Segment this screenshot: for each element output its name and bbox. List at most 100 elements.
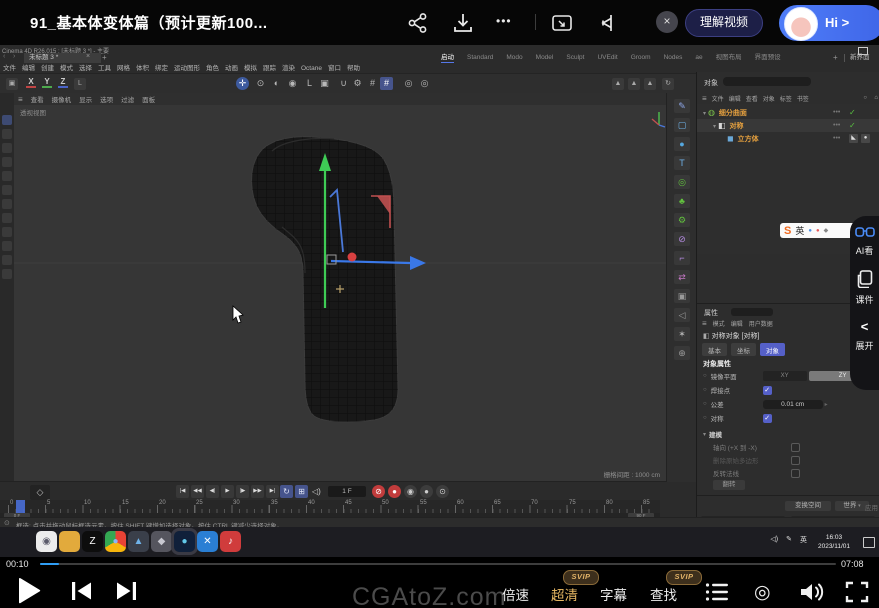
mode-palette-button[interactable] [2, 143, 12, 153]
current-frame-field[interactable]: 1 F [328, 486, 366, 497]
keying-button[interactable]: ⊘ [372, 485, 385, 498]
om-menu-item[interactable]: 标签 [780, 94, 792, 103]
section-caret-icon[interactable]: ▾ [703, 431, 706, 438]
tool-strip-button[interactable]: ✎ [674, 99, 690, 113]
om-search-icon[interactable]: ○ [863, 95, 867, 101]
subtitle-button[interactable]: 字幕 [600, 584, 627, 604]
tray-icon[interactable]: 英 [800, 535, 807, 545]
playlist-icon[interactable] [705, 582, 729, 602]
tool-strip-button[interactable]: ♣ [674, 194, 690, 208]
mode-palette-button[interactable] [2, 115, 12, 125]
object-name[interactable]: 细分曲面 [719, 110, 747, 117]
modeling-section-row[interactable]: ▾ 建模 [703, 428, 878, 440]
object-name[interactable]: 对称 [729, 123, 743, 130]
ime-dot-blue-icon[interactable]: ● [808, 228, 812, 234]
tray-icon[interactable]: ◁) [770, 535, 778, 545]
menu-item[interactable]: 选择 [79, 64, 92, 73]
tool-strip-button[interactable]: ✶ [674, 327, 690, 341]
key-dot-icon[interactable]: ○ [703, 387, 707, 393]
expand-caret-icon[interactable]: ▾ [703, 111, 706, 117]
keying-button[interactable]: ⊙ [436, 485, 449, 498]
playhead[interactable] [16, 500, 25, 513]
attr-menu-item[interactable]: 用户数据 [749, 319, 773, 328]
taskbar-app-icon[interactable]: ● [105, 531, 126, 552]
attr-hamburger-icon[interactable]: ≡ [702, 319, 707, 328]
symmetric-checkbox[interactable]: ✓ [763, 414, 772, 423]
axis-direction-checkbox[interactable] [791, 443, 800, 452]
menu-item[interactable]: 运动图形 [174, 64, 200, 73]
tree-row-symmetry[interactable]: ▾ ◧ 对称 ••• ✓ [697, 119, 879, 132]
apply-button[interactable]: 应用 [865, 502, 878, 512]
mode-palette-button[interactable] [2, 129, 12, 139]
history-back-icon[interactable]: ‹ [3, 53, 5, 60]
rotate-tool-icon[interactable]: ◐ [270, 77, 283, 90]
tool-strip-button[interactable]: T [674, 156, 690, 170]
stepper-icon[interactable]: ▸ [825, 401, 828, 408]
mode-palette-button[interactable] [2, 185, 12, 195]
taskbar-app-icon[interactable]: Z [82, 531, 103, 552]
enabled-check-icon[interactable]: ✓ [849, 106, 856, 119]
visibility-dots-icon[interactable]: ••• [833, 132, 840, 145]
move-tool-icon[interactable]: ✛ [236, 77, 249, 90]
transport-button[interactable]: |◀ [176, 485, 189, 498]
keying-button[interactable]: ◉ [404, 485, 417, 498]
layout-tab[interactable]: Nodes [664, 53, 683, 63]
mode-palette-button[interactable] [2, 199, 12, 209]
menu-item[interactable]: 窗口 [328, 64, 341, 73]
visibility-dots-icon[interactable]: ••• [833, 119, 840, 132]
taskbar-clock[interactable]: 16:03 2023/11/01 [809, 533, 859, 551]
enabled-check-icon[interactable]: ✓ [849, 119, 856, 132]
render-settings-icon[interactable]: ▲ [644, 78, 656, 90]
transport-button[interactable]: ◀| [206, 485, 219, 498]
menu-item[interactable]: 渲染 [282, 64, 295, 73]
menu-item[interactable]: 绑定 [155, 64, 168, 73]
tool-strip-button[interactable]: ● [674, 137, 690, 151]
ime-bar[interactable]: S 英 ● ● ◆ [780, 223, 858, 238]
space-select[interactable]: 世界 ▾ [835, 501, 869, 511]
keying-button[interactable]: ● [420, 485, 433, 498]
taskbar-app-icon[interactable] [59, 531, 80, 552]
layout-tab[interactable]: 界面预设 [755, 53, 781, 63]
workplane-icon[interactable]: ▣ [318, 77, 331, 90]
reverse-normals-checkbox[interactable] [791, 469, 800, 478]
share-icon[interactable] [407, 12, 429, 34]
tool-strip-button[interactable]: ⊕ [674, 346, 690, 360]
axis-lock-button[interactable]: Y [42, 77, 52, 88]
play-button[interactable] [16, 577, 42, 605]
transport-button[interactable]: |▶ [236, 485, 249, 498]
history-forward-icon[interactable]: › [13, 53, 15, 60]
axis-tool-icon[interactable]: L [303, 77, 316, 90]
loop-button[interactable]: ↻ [280, 485, 293, 498]
add-layout-icon[interactable]: + [833, 53, 838, 62]
tool-strip-button[interactable]: ⚙ [674, 213, 690, 227]
transport-button[interactable]: ▶▶ [251, 485, 264, 498]
tool-strip-button[interactable]: ⊘ [674, 232, 690, 246]
attr-menu-item[interactable]: 编辑 [731, 319, 743, 328]
expand-label[interactable]: 展开 [855, 339, 873, 352]
fullscreen-icon[interactable] [845, 581, 869, 603]
ai-glasses-icon[interactable] [855, 226, 875, 239]
download-icon[interactable] [452, 12, 474, 34]
screencast-icon[interactable] [597, 12, 619, 34]
layout-tab[interactable]: Modo [506, 53, 522, 63]
key-dot-icon[interactable]: ○ [703, 401, 707, 407]
axis-lock-button[interactable]: X [26, 77, 36, 88]
keying-button[interactable]: ● [388, 485, 401, 498]
om-hamburger-icon[interactable]: ≡ [702, 94, 707, 103]
object-search-input[interactable] [723, 77, 811, 86]
phong-tag-icon[interactable]: ● [861, 134, 870, 143]
axis-lock-button[interactable]: Z [58, 77, 68, 88]
key-dot-icon[interactable]: ○ [703, 373, 707, 379]
menu-item[interactable]: 创建 [41, 64, 54, 73]
layout-tab[interactable]: 启动 [441, 53, 454, 63]
avatar[interactable] [784, 7, 818, 41]
layout-tab[interactable]: Sculpt [566, 53, 584, 63]
mirror-cast-icon[interactable]: ◎ [754, 581, 771, 604]
om-menu-item[interactable]: 书签 [797, 94, 809, 103]
flip-button[interactable]: 翻转 [713, 480, 745, 490]
menu-item[interactable]: 角色 [206, 64, 219, 73]
speed-button[interactable]: 倍速 [502, 584, 529, 604]
ai-watch-label[interactable]: AI看 [856, 244, 874, 257]
mode-palette-button[interactable] [2, 269, 12, 279]
layout-tab[interactable]: Groom [631, 53, 651, 63]
